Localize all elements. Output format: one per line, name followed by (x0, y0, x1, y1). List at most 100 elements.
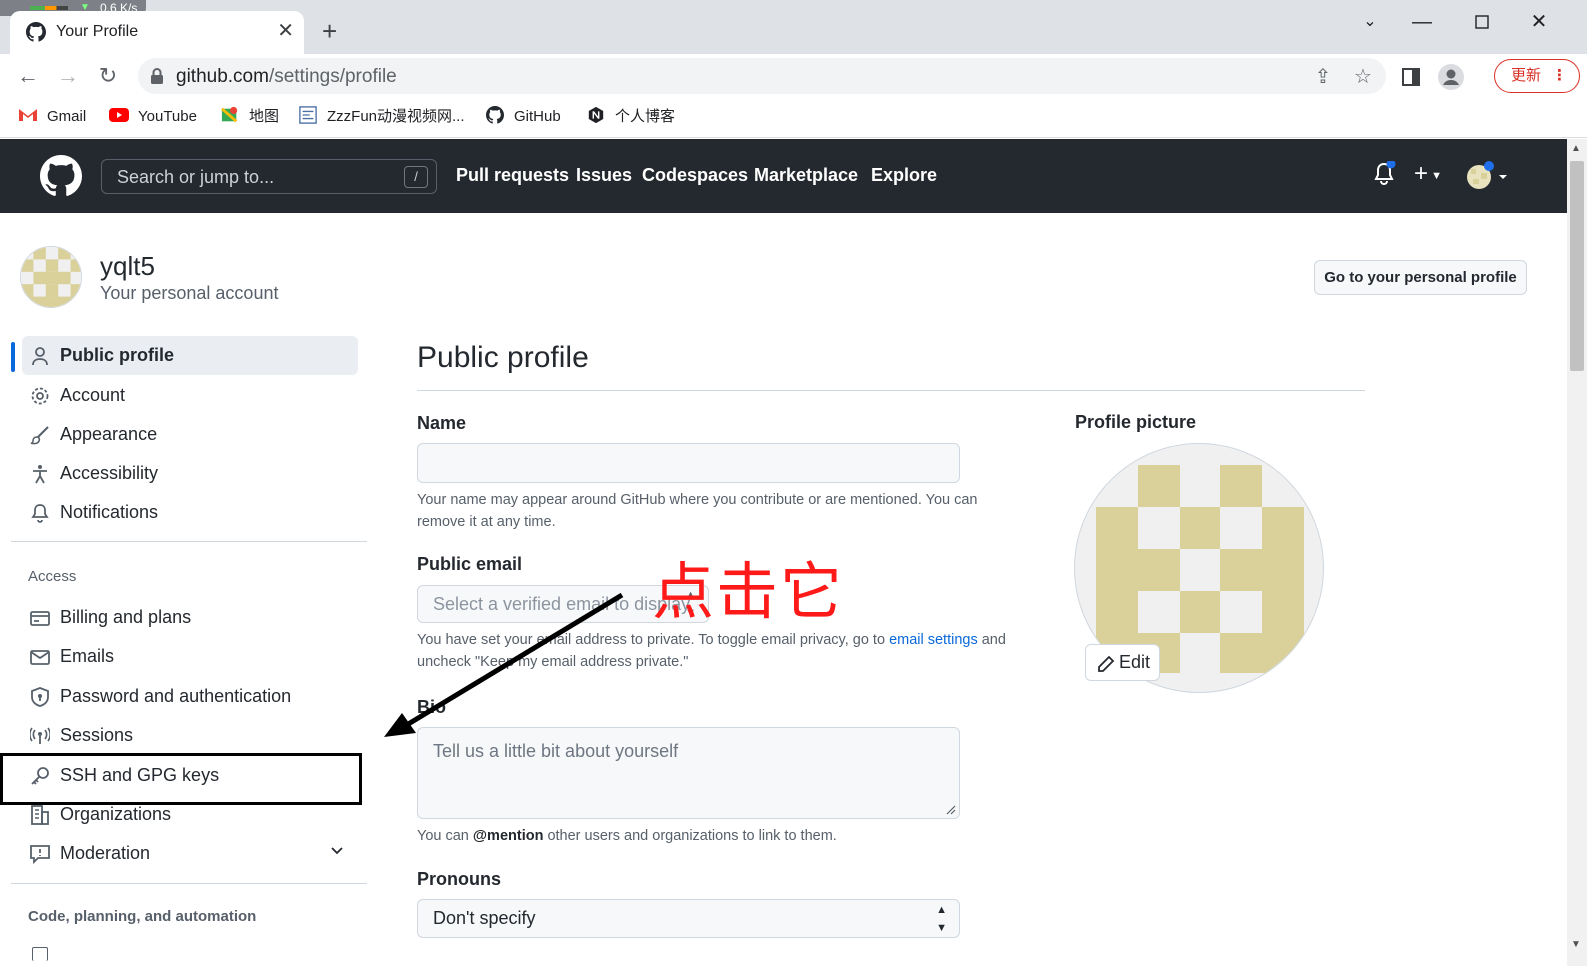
sidebar-item-label: Organizations (60, 804, 172, 824)
sidebar-item-appearance[interactable]: Appearance (22, 415, 358, 454)
bookmark-label: ZzzFun动漫视频网... (327, 108, 465, 125)
maps-icon (221, 106, 238, 123)
sidebar-item-label: Emails (60, 646, 115, 666)
url-text: github.com/settings/profile (176, 66, 397, 88)
sidebar-item-label: Appearance (60, 424, 158, 444)
bio-hint-text: You can (417, 828, 473, 844)
sidebar-item-label: Accessibility (60, 463, 159, 483)
side-panel-icon[interactable] (1398, 64, 1424, 90)
edit-picture-button[interactable]: Edit (1085, 644, 1160, 681)
name-hint: Your name may appear around GitHub where… (417, 492, 978, 530)
forward-button[interactable]: → (52, 60, 84, 92)
title-divider (417, 390, 1365, 391)
bookmarks-bar: Gmail YouTube 地图 ZzzFun动漫视频网... GitHub 个… (0, 98, 1587, 138)
sidebar-item-password[interactable]: Password and authentication (22, 677, 358, 716)
go-to-personal-profile-button[interactable]: Go to your personal profile (1314, 260, 1527, 295)
lock-icon[interactable] (150, 67, 164, 85)
notifications-bell-icon[interactable] (1372, 159, 1396, 192)
bookmark-star-icon[interactable]: ☆ (1350, 64, 1376, 90)
bell-glyph (1374, 159, 1396, 185)
nav-issues[interactable]: Issues (576, 165, 632, 186)
bookmark-label: Gmail (47, 108, 87, 125)
nav-codespaces[interactable]: Codespaces (642, 165, 748, 186)
scroll-up-arrow-icon[interactable]: ▲ (1571, 143, 1581, 154)
sidebar-item-label: Password and authentication (60, 686, 292, 706)
annotation-arrow-icon (384, 592, 624, 737)
code-planning-heading: Code, planning, and automation (28, 908, 257, 925)
window-close-button[interactable]: ✕ (1519, 8, 1559, 36)
new-tab-button[interactable]: + (322, 18, 337, 44)
credit-card-icon (30, 611, 50, 626)
user-avatar-menu[interactable] (1466, 161, 1510, 196)
pronouns-select[interactable]: Don't specify ▲ ▼ (417, 899, 960, 938)
maximize-icon (1475, 15, 1489, 29)
sidebar-item-billing[interactable]: Billing and plans (22, 598, 358, 637)
profile-avatar-icon[interactable] (1438, 64, 1464, 90)
sidebar-item-moderation[interactable]: Moderation (22, 834, 358, 873)
menu-dots-icon: ⋮ (1552, 67, 1567, 84)
sidebar-item-notifications[interactable]: Notifications (22, 493, 358, 532)
github-logo-icon[interactable] (40, 155, 82, 197)
bookmark-blog[interactable]: 个人博客 (586, 106, 675, 128)
account-username[interactable]: yqlt5 (100, 251, 155, 282)
bookmark-zzzfun[interactable]: ZzzFun动漫视频网... (298, 106, 465, 128)
maximize-button[interactable] (1462, 8, 1502, 36)
page-scrollbar[interactable]: ▲ ▼ (1567, 139, 1587, 966)
email-settings-link[interactable]: email settings (889, 632, 978, 648)
bio-hint: You can @mention other users and organiz… (417, 825, 1037, 847)
tab-title: Your Profile (56, 23, 139, 40)
bookmark-youtube[interactable]: YouTube (109, 106, 197, 128)
sidebar-item-sessions[interactable]: Sessions (22, 716, 358, 755)
tab-close-icon[interactable]: ✕ (277, 20, 294, 42)
paintbrush-icon (30, 426, 49, 445)
report-icon (30, 845, 50, 864)
sidebar-item-emails[interactable]: Emails (22, 637, 358, 676)
address-bar[interactable]: github.com/settings/profile ⇪ ☆ (138, 58, 1386, 94)
sidebar-item-public-profile[interactable]: Public profile (22, 336, 358, 375)
nav-marketplace[interactable]: Marketplace (754, 165, 858, 186)
identicon-image (21, 247, 81, 307)
scrollbar-thumb[interactable] (1570, 161, 1584, 371)
scroll-down-arrow-icon[interactable]: ▼ (1571, 939, 1581, 950)
person-icon (32, 347, 48, 366)
active-indicator (11, 342, 15, 372)
create-new-plus-icon[interactable]: + ▼ (1414, 161, 1442, 189)
account-avatar (20, 246, 82, 308)
annotation-text: 点击它 (652, 555, 845, 628)
access-heading: Access (28, 568, 77, 585)
search-shortcut-key: / (404, 166, 428, 188)
avatar-dropdown-icon (1467, 161, 1507, 189)
github-search-input[interactable]: Search or jump to... / (101, 159, 437, 194)
page-title: Public profile (417, 341, 589, 374)
name-input[interactable] (417, 443, 960, 483)
bookmark-maps[interactable]: 地图 (220, 106, 279, 128)
chevron-glyph (331, 847, 343, 855)
annotation-highlight-box (0, 753, 362, 805)
bookmark-label: YouTube (138, 108, 197, 125)
minimize-button[interactable]: — (1402, 8, 1442, 36)
bookmark-gmail[interactable]: Gmail (18, 106, 86, 128)
reload-button[interactable]: ↻ (92, 60, 124, 92)
back-button[interactable]: ← (12, 60, 44, 92)
nav-pull-requests[interactable]: Pull requests (456, 165, 569, 186)
resize-handle-icon[interactable] (946, 805, 956, 815)
update-button[interactable]: 更新 ⋮ (1494, 59, 1580, 93)
chevron-down-icon[interactable] (330, 834, 344, 873)
bookmark-github[interactable]: GitHub (485, 106, 561, 128)
broadcast-icon (30, 727, 50, 744)
sidebar-item-account[interactable]: Account (22, 376, 358, 415)
profile-circle (1438, 64, 1464, 90)
share-icon[interactable]: ⇪ (1310, 64, 1336, 90)
blog-icon (588, 106, 604, 124)
zzzfun-icon (299, 106, 317, 124)
browser-tab[interactable]: Your Profile ✕ (10, 11, 304, 54)
public-email-label: Public email (417, 554, 523, 574)
bookmark-label: GitHub (514, 108, 561, 125)
organization-icon (31, 805, 49, 825)
tab-search-chevron-icon[interactable]: ⌄ (1350, 8, 1390, 36)
sidebar-item-label: Moderation (60, 843, 151, 863)
accessibility-icon (33, 465, 47, 484)
nav-explore[interactable]: Explore (871, 165, 937, 186)
sidebar-item-accessibility[interactable]: Accessibility (22, 454, 358, 493)
gmail-icon (19, 109, 37, 121)
